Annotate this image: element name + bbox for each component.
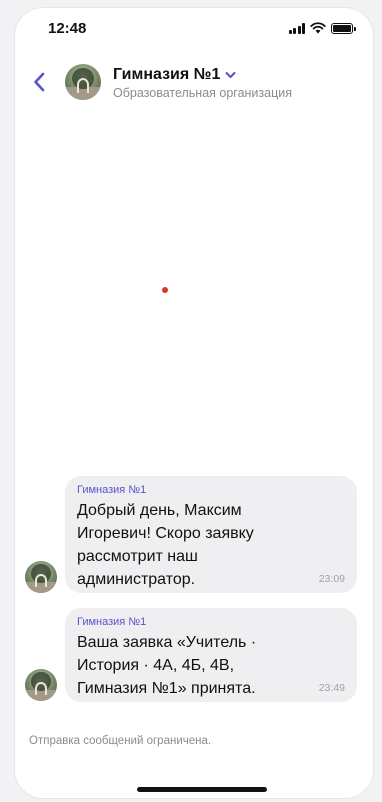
message-bubble[interactable]: Гимназия №1 Добрый день, Максим Игоревич…	[65, 476, 357, 593]
chat-title-text: Гимназия №1	[113, 66, 221, 83]
chat-title[interactable]: Гимназия №1 Образовательная организация	[113, 66, 292, 100]
avatar[interactable]	[25, 669, 57, 701]
chat-subtitle: Образовательная организация	[113, 86, 293, 100]
message-sender: Гимназия №1	[77, 616, 147, 628]
message-time: 23:49	[318, 682, 345, 694]
avatar[interactable]	[25, 561, 57, 593]
chevron-down-icon	[225, 72, 236, 78]
chevron-left-icon	[34, 72, 45, 92]
back-button[interactable]	[25, 68, 53, 96]
phone-screen: 12:48 Гимназия №1 Образовательная органи…	[15, 8, 373, 798]
battery-icon	[331, 22, 356, 34]
message-text: Добрый день, Максим Игоревич! Скоро заяв…	[77, 502, 254, 588]
messaging-restricted-notice: Отправка сообщений ограничена.	[29, 735, 212, 747]
avatar[interactable]	[65, 64, 101, 100]
message-bubble[interactable]: Гимназия №1 Ваша заявка «Учитель · Истор…	[65, 608, 357, 702]
message-text: Ваша заявка «Учитель · История · 4А, 4Б,…	[77, 634, 257, 697]
chat-header: Гимназия №1 Образовательная организация	[15, 56, 373, 112]
status-time: 12:48	[48, 20, 87, 37]
red-dot	[162, 287, 168, 293]
cellular-signal-icon	[288, 22, 305, 34]
wifi-icon	[310, 22, 326, 34]
status-bar: 12:48	[15, 8, 373, 48]
status-icons	[288, 22, 356, 34]
home-indicator[interactable]	[137, 787, 267, 792]
message-time: 23:09	[318, 573, 345, 585]
message-sender: Гимназия №1	[77, 484, 147, 496]
